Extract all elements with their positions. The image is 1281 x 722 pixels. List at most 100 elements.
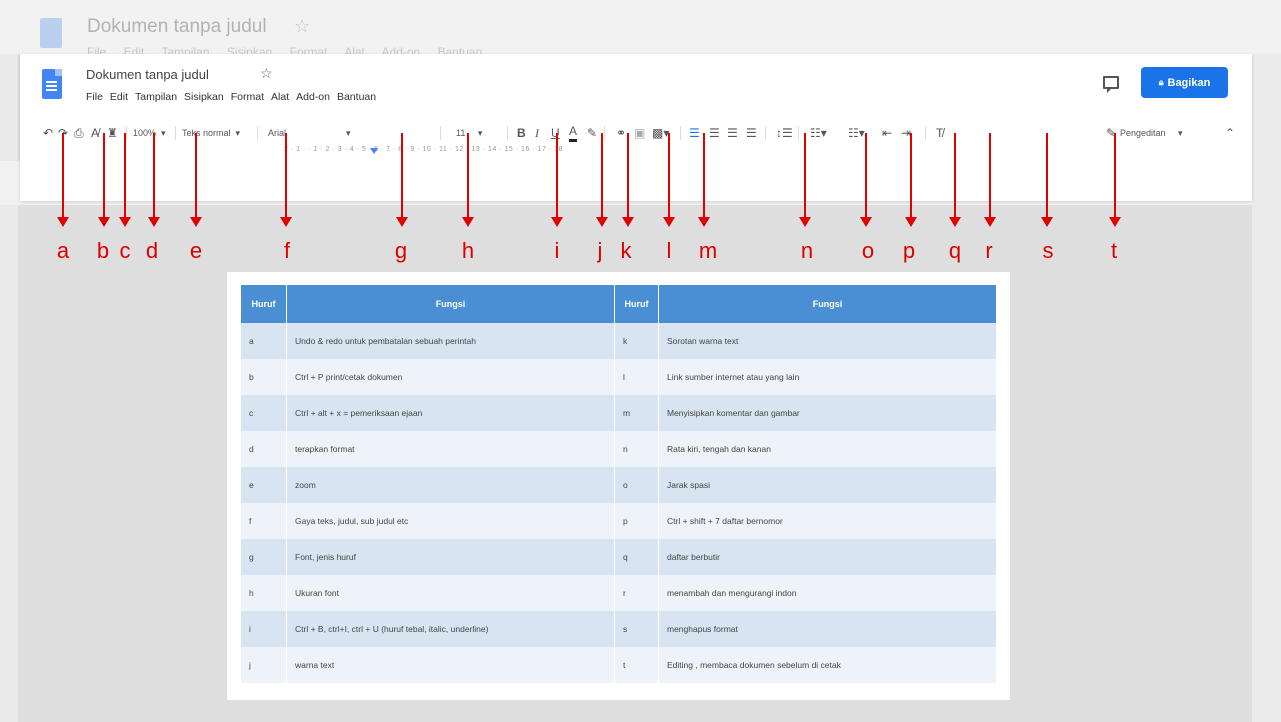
menu-sisipkan[interactable]: Sisipkan (184, 91, 224, 107)
label-a: a (56, 238, 70, 263)
cell-letter: n (614, 431, 659, 467)
numbered-list-icon[interactable]: ☷▾ (810, 123, 827, 143)
label-r: r (985, 238, 993, 263)
style-select[interactable]: Teks normal ▾ (182, 123, 240, 143)
arrow-o (860, 133, 872, 227)
menu-file[interactable]: File (86, 91, 103, 107)
align-center-icon[interactable]: ☰ (709, 123, 720, 143)
share-button[interactable]: 🔒︎ Bagikan (1141, 67, 1228, 98)
comments-icon[interactable] (1103, 76, 1119, 93)
label-p: p (902, 238, 916, 263)
menu-format[interactable]: Format (231, 91, 264, 107)
editing-mode-select[interactable]: Pengeditan ▾ (1120, 123, 1183, 143)
document-title[interactable]: Dokumen tanpa judul (86, 67, 209, 82)
label-h: h (461, 238, 475, 263)
print-icon[interactable]: ⎙ (74, 123, 84, 143)
cell-letter: p (614, 503, 659, 539)
label-e: e (189, 238, 203, 263)
text-color-icon[interactable]: A (569, 123, 578, 142)
spellcheck-icon[interactable]: A̸ (91, 123, 99, 143)
arrow-l (663, 133, 675, 227)
paint-format-icon[interactable]: ♜ (107, 123, 118, 143)
font-select[interactable]: Arial ▾ (268, 123, 351, 143)
menu-alat[interactable]: Alat (271, 91, 289, 107)
bulleted-list-icon[interactable]: ☷▾ (848, 123, 865, 143)
cell-function: zoom (286, 467, 615, 503)
line-spacing-icon[interactable]: ↕☰ (776, 123, 793, 143)
background-left-margin (0, 54, 18, 722)
cell-letter: h (241, 575, 287, 611)
cell-function: Font, jenis huruf (286, 539, 615, 575)
indent-marker-icon[interactable] (370, 148, 378, 154)
table-row: j warna text t Editing , membaca dokumen se… (241, 647, 997, 683)
highlight-icon[interactable]: ✎ (587, 123, 597, 143)
toolbar: ↶ ↷ ⎙ A̸ ♜ 100% ▾ Teks normal ▾ Arial▾ 1… (20, 123, 1252, 145)
cell-function: warna text (286, 647, 615, 683)
arrow-d (148, 133, 160, 227)
arrow-f (280, 133, 292, 227)
table-row: g Font, jenis huruf q daftar berbutir (241, 539, 997, 575)
docs-logo-icon[interactable] (42, 69, 62, 99)
cell-function: menghapus format (658, 611, 997, 647)
table-row: b Ctrl + P print/cetak dokumen l Link sumbe… (241, 359, 997, 395)
cell-letter: o (614, 467, 659, 503)
cell-letter: e (241, 467, 287, 503)
header-fungsi-1: Fungsi (286, 285, 615, 323)
arrow-k (622, 133, 634, 227)
arrow-q (949, 133, 961, 227)
table-row: a Undo & redo untuk pembatalan sebuah per… (241, 323, 997, 359)
cell-letter: m (614, 395, 659, 431)
arrow-j (596, 133, 608, 227)
header-huruf-1: Huruf (241, 285, 287, 323)
align-right-icon[interactable]: ☰ (727, 123, 738, 143)
cell-letter: g (241, 539, 287, 575)
menu-add-on[interactable]: Add-on (296, 91, 330, 107)
label-t: t (1110, 238, 1118, 263)
undo-icon[interactable]: ↶ (43, 123, 53, 143)
align-left-icon[interactable]: ☰ (689, 123, 700, 143)
image-icon[interactable]: ▩▾ (652, 123, 669, 143)
comment-add-icon[interactable]: ▣ (634, 123, 645, 143)
label-b: b (96, 238, 110, 263)
table-row: f Gaya teks, judul, sub judul etc p Ctrl + … (241, 503, 997, 539)
arrow-c (119, 133, 131, 227)
background-docs-icon (40, 18, 62, 48)
cell-letter: b (241, 359, 287, 395)
cell-letter: t (614, 647, 659, 683)
header-fungsi-2: Fungsi (658, 285, 997, 323)
link-icon[interactable]: ⚭ (616, 123, 626, 143)
cell-function: Ctrl + B, ctrl+I, ctrl + U (huruf tebal,… (286, 611, 615, 647)
arrow-h (462, 133, 474, 227)
italic-icon[interactable]: I (535, 123, 539, 143)
label-d: d (145, 238, 159, 263)
font-size-select[interactable]: 11 ▾ (456, 123, 482, 143)
arrow-b (98, 133, 110, 227)
cell-function: Link sumber internet atau yang lain (658, 359, 997, 395)
menu-edit[interactable]: Edit (110, 91, 128, 107)
justify-icon[interactable]: ☰ (746, 123, 757, 143)
zoom-select[interactable]: 100% ▾ (133, 123, 166, 143)
cell-letter: l (614, 359, 659, 395)
cell-letter: i (241, 611, 287, 647)
clear-format-icon[interactable]: T̸ (936, 123, 943, 143)
cell-function: Sorotan warna text (658, 323, 997, 359)
decrease-indent-icon[interactable]: ⇤ (882, 123, 892, 143)
cell-function: Ctrl + P print/cetak dokumen (286, 359, 615, 395)
bold-icon[interactable]: B (517, 123, 526, 143)
star-icon[interactable]: ☆ (260, 65, 273, 82)
cell-letter: d (241, 431, 287, 467)
arrow-i (551, 133, 563, 227)
ruler[interactable]: 2 · 1 · · 1 · 2 · 3 · 4 · 5 · 6 · 7 · 8 … (284, 146, 984, 156)
label-i: i (554, 238, 560, 263)
cell-letter: s (614, 611, 659, 647)
background-doc-title: Dokumen tanpa judul (87, 16, 267, 37)
collapse-icon[interactable]: ⌃ (1225, 123, 1235, 143)
header-huruf-2: Huruf (614, 285, 659, 323)
arrow-e (190, 133, 202, 227)
menu-bantuan[interactable]: Bantuan (337, 91, 376, 107)
cell-function: Undo & redo untuk pembatalan sebuah peri… (286, 323, 615, 359)
cell-function: menambah dan mengurangi indon (658, 575, 997, 611)
arrow-p (905, 133, 917, 227)
menu-tampilan[interactable]: Tampilan (135, 91, 177, 107)
cell-letter: k (614, 323, 659, 359)
